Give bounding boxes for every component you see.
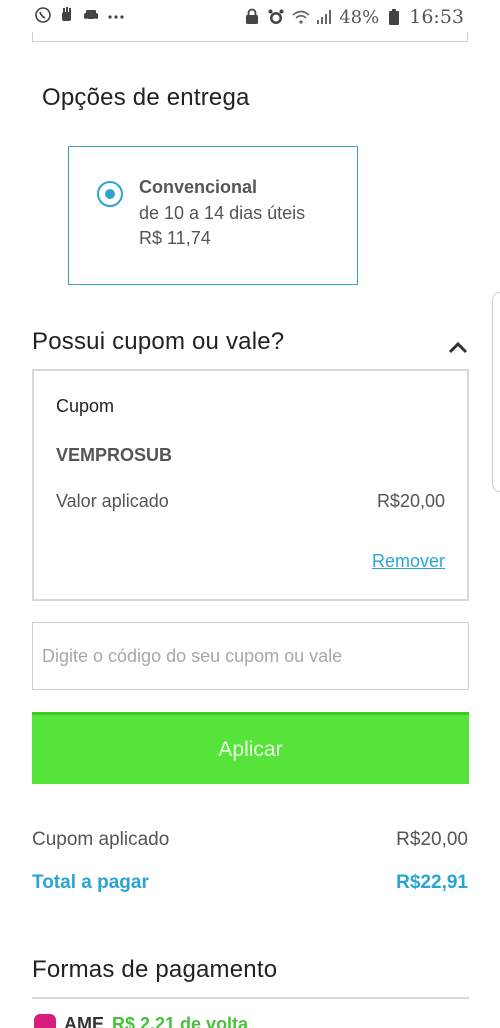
checkout-page: 48% 16:53 Opções de entrega Convencional… [0,0,500,1028]
coupon-applied-label: Valor aplicado [56,491,169,511]
total-label: Total a pagar [32,872,149,893]
total-value: R$22,91 [396,872,468,893]
applied-coupon-box: Cupom VEMPROSUB Valor aplicado R$20,00 R… [32,369,469,601]
apply-coupon-button[interactable]: Aplicar [32,712,469,784]
coupon-code-input[interactable] [32,622,469,690]
side-scroll-handle[interactable] [492,292,500,492]
summary-coupon-value: R$20,00 [396,829,468,850]
coupon-section-title: Possui cupom ou vale? [32,328,285,355]
wifi-icon [291,8,310,26]
lock-icon [243,8,261,26]
chevron-up-icon[interactable] [448,338,468,358]
payment-section-title: Formas de pagamento [32,956,278,983]
delivery-option-name: Convencional [139,177,258,197]
alarm-icon [267,8,285,26]
coupon-applied-value: R$20,00 [376,491,445,511]
status-bar: 48% 16:53 [0,0,500,32]
signal-icon [315,8,333,26]
radio-selected-dot [105,189,115,199]
whatsapp-icon [34,6,52,24]
car-icon [82,6,100,24]
remove-coupon-link[interactable]: Remover [372,551,445,572]
delivery-option-price: R$ 11,74 [139,228,211,248]
status-right: 48% 16:53 [243,6,464,28]
battery-icon [385,8,403,26]
summary-coupon-label: Cupom aplicado [32,829,170,850]
more-icon [106,6,124,24]
payment-option-partial[interactable]: AME R$ 2,21 de volta [34,1014,248,1028]
payment-divider [32,997,469,999]
coupon-code: VEMPROSUB [56,445,173,465]
payment-option-name: AME [64,1014,104,1028]
ame-logo-icon [34,1014,56,1028]
status-left [34,6,124,24]
delivery-section-title: Opções de entrega [42,84,250,111]
delivery-option-days: de 10 a 14 dias úteis [139,203,306,223]
payment-option-cashback: R$ 2,21 de volta [112,1014,249,1028]
battery-percent: 48% [339,6,380,28]
previous-section-border [32,32,468,42]
delivery-option-radio[interactable] [97,181,123,207]
delivery-option-card[interactable]: Convencional de 10 a 14 dias úteis R$ 11… [68,146,358,285]
coupon-box-label: Cupom [56,396,115,416]
clock: 16:53 [409,6,464,28]
hand-icon [58,6,76,24]
